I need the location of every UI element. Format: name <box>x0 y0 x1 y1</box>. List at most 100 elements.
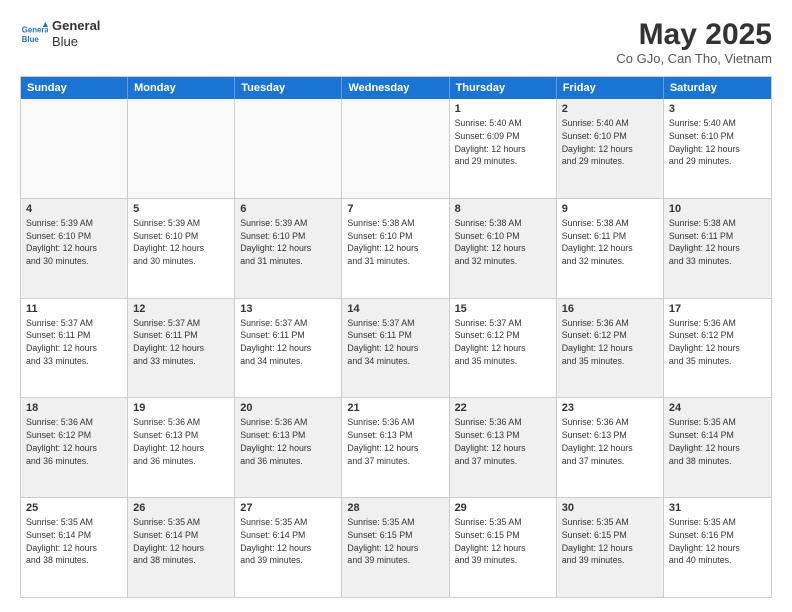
day-number: 3 <box>669 103 766 115</box>
calendar-cell-10: 10 Sunrise: 5:38 AM Sunset: 6:11 PM Dayli… <box>664 199 771 298</box>
day-info: Sunrise: 5:38 AM Sunset: 6:10 PM Dayligh… <box>347 217 443 268</box>
day-info: Sunrise: 5:39 AM Sunset: 6:10 PM Dayligh… <box>240 217 336 268</box>
calendar-cell-13: 13Sunrise: 5:37 AM Sunset: 6:11 PM Dayli… <box>235 299 342 398</box>
day-number: 7 <box>347 203 443 215</box>
header-day-wednesday: Wednesday <box>342 77 449 99</box>
day-info: Sunrise: 5:38 AM Sunset: 6:11 PM Dayligh… <box>669 217 766 268</box>
calendar-body: 1Sunrise: 5:40 AM Sunset: 6:09 PM Daylig… <box>21 99 771 597</box>
day-info: Sunrise: 5:36 AM Sunset: 6:12 PM Dayligh… <box>26 416 122 467</box>
day-number: 23 <box>562 402 658 414</box>
calendar-cell-22: 22Sunrise: 5:36 AM Sunset: 6:13 PM Dayli… <box>450 398 557 497</box>
day-number: 15 <box>455 303 551 315</box>
calendar-cell-8: 8 Sunrise: 5:38 AM Sunset: 6:10 PM Daylig… <box>450 199 557 298</box>
day-number: 21 <box>347 402 443 414</box>
day-number: 11 <box>26 303 122 315</box>
calendar: SundayMondayTuesdayWednesdayThursdayFrid… <box>20 76 772 598</box>
day-info: Sunrise: 5:38 AM Sunset: 6:10 PM Dayligh… <box>455 217 551 268</box>
calendar-row-4: 25 Sunrise: 5:35 AM Sunset: 6:14 PM Dayli… <box>21 498 771 597</box>
day-info: Sunrise: 5:35 AM Sunset: 6:14 PM Dayligh… <box>26 516 122 567</box>
day-info: Sunrise: 5:36 AM Sunset: 6:12 PM Dayligh… <box>562 317 658 368</box>
calendar-cell-empty-01 <box>128 99 235 198</box>
calendar-cell-1: 1Sunrise: 5:40 AM Sunset: 6:09 PM Daylig… <box>450 99 557 198</box>
header-day-thursday: Thursday <box>450 77 557 99</box>
day-number: 2 <box>562 103 658 115</box>
header-day-friday: Friday <box>557 77 664 99</box>
day-info: Sunrise: 5:36 AM Sunset: 6:13 PM Dayligh… <box>562 416 658 467</box>
day-info: Sunrise: 5:35 AM Sunset: 6:15 PM Dayligh… <box>455 516 551 567</box>
calendar-cell-26: 26Sunrise: 5:35 AM Sunset: 6:14 PM Dayli… <box>128 498 235 597</box>
day-info: Sunrise: 5:35 AM Sunset: 6:15 PM Dayligh… <box>347 516 443 567</box>
calendar-cell-12: 12 Sunrise: 5:37 AM Sunset: 6:11 PM Dayli… <box>128 299 235 398</box>
calendar-cell-15: 15 Sunrise: 5:37 AM Sunset: 6:12 PM Dayli… <box>450 299 557 398</box>
calendar-cell-empty-00 <box>21 99 128 198</box>
calendar-cell-16: 16 Sunrise: 5:36 AM Sunset: 6:12 PM Dayli… <box>557 299 664 398</box>
day-number: 5 <box>133 203 229 215</box>
day-number: 27 <box>240 502 336 514</box>
day-number: 9 <box>562 203 658 215</box>
day-number: 24 <box>669 402 766 414</box>
day-number: 20 <box>240 402 336 414</box>
calendar-cell-empty-02 <box>235 99 342 198</box>
calendar-cell-14: 14 Sunrise: 5:37 AM Sunset: 6:11 PM Dayli… <box>342 299 449 398</box>
day-number: 16 <box>562 303 658 315</box>
calendar-cell-27: 27 Sunrise: 5:35 AM Sunset: 6:14 PM Dayli… <box>235 498 342 597</box>
title-area: May 2025 Co GJo, Can Tho, Vietnam <box>616 18 772 66</box>
day-number: 14 <box>347 303 443 315</box>
header-day-monday: Monday <box>128 77 235 99</box>
calendar-cell-20: 20 Sunrise: 5:36 AM Sunset: 6:13 PM Dayli… <box>235 398 342 497</box>
calendar-row-3: 18 Sunrise: 5:36 AM Sunset: 6:12 PM Dayli… <box>21 398 771 498</box>
day-info: Sunrise: 5:40 AM Sunset: 6:10 PM Dayligh… <box>562 117 658 168</box>
day-info: Sunrise: 5:39 AM Sunset: 6:10 PM Dayligh… <box>26 217 122 268</box>
day-number: 12 <box>133 303 229 315</box>
logo-line2: Blue <box>52 34 100 50</box>
day-info: Sunrise: 5:35 AM Sunset: 6:14 PM Dayligh… <box>133 516 229 567</box>
day-number: 4 <box>26 203 122 215</box>
day-info: Sunrise: 5:37 AM Sunset: 6:11 PM Dayligh… <box>133 317 229 368</box>
day-info: Sunrise: 5:37 AM Sunset: 6:12 PM Dayligh… <box>455 317 551 368</box>
calendar-cell-23: 23 Sunrise: 5:36 AM Sunset: 6:13 PM Dayli… <box>557 398 664 497</box>
day-number: 29 <box>455 502 551 514</box>
day-number: 25 <box>26 502 122 514</box>
calendar-cell-2: 2 Sunrise: 5:40 AM Sunset: 6:10 PM Daylig… <box>557 99 664 198</box>
day-info: Sunrise: 5:36 AM Sunset: 6:13 PM Dayligh… <box>240 416 336 467</box>
calendar-cell-7: 7 Sunrise: 5:38 AM Sunset: 6:10 PM Daylig… <box>342 199 449 298</box>
header-day-sunday: Sunday <box>21 77 128 99</box>
day-number: 17 <box>669 303 766 315</box>
month-title: May 2025 <box>616 18 772 51</box>
calendar-cell-24: 24 Sunrise: 5:35 AM Sunset: 6:14 PM Dayli… <box>664 398 771 497</box>
logo-line1: General <box>52 18 100 34</box>
day-info: Sunrise: 5:35 AM Sunset: 6:14 PM Dayligh… <box>669 416 766 467</box>
day-info: Sunrise: 5:37 AM Sunset: 6:11 PM Dayligh… <box>347 317 443 368</box>
day-number: 10 <box>669 203 766 215</box>
day-info: Sunrise: 5:37 AM Sunset: 6:11 PM Dayligh… <box>240 317 336 368</box>
day-info: Sunrise: 5:39 AM Sunset: 6:10 PM Dayligh… <box>133 217 229 268</box>
calendar-row-2: 11 Sunrise: 5:37 AM Sunset: 6:11 PM Dayli… <box>21 299 771 399</box>
calendar-cell-19: 19Sunrise: 5:36 AM Sunset: 6:13 PM Dayli… <box>128 398 235 497</box>
calendar-cell-31: 31 Sunrise: 5:35 AM Sunset: 6:16 PM Dayli… <box>664 498 771 597</box>
calendar-header: SundayMondayTuesdayWednesdayThursdayFrid… <box>21 77 771 99</box>
calendar-cell-empty-03 <box>342 99 449 198</box>
day-info: Sunrise: 5:35 AM Sunset: 6:16 PM Dayligh… <box>669 516 766 567</box>
calendar-cell-5: 5 Sunrise: 5:39 AM Sunset: 6:10 PM Daylig… <box>128 199 235 298</box>
page: General Blue General Blue May 2025 Co GJ… <box>0 0 792 612</box>
logo: General Blue General Blue <box>20 18 100 49</box>
calendar-cell-25: 25 Sunrise: 5:35 AM Sunset: 6:14 PM Dayli… <box>21 498 128 597</box>
header: General Blue General Blue May 2025 Co GJ… <box>20 18 772 66</box>
day-number: 28 <box>347 502 443 514</box>
day-info: Sunrise: 5:38 AM Sunset: 6:11 PM Dayligh… <box>562 217 658 268</box>
day-info: Sunrise: 5:36 AM Sunset: 6:12 PM Dayligh… <box>669 317 766 368</box>
day-number: 22 <box>455 402 551 414</box>
location-subtitle: Co GJo, Can Tho, Vietnam <box>616 51 772 66</box>
header-day-saturday: Saturday <box>664 77 771 99</box>
day-info: Sunrise: 5:35 AM Sunset: 6:14 PM Dayligh… <box>240 516 336 567</box>
calendar-cell-11: 11Sunrise: 5:37 AM Sunset: 6:11 PM Dayli… <box>21 299 128 398</box>
day-number: 6 <box>240 203 336 215</box>
day-number: 18 <box>26 402 122 414</box>
calendar-cell-29: 29 Sunrise: 5:35 AM Sunset: 6:15 PM Dayli… <box>450 498 557 597</box>
day-number: 31 <box>669 502 766 514</box>
day-number: 19 <box>133 402 229 414</box>
day-number: 8 <box>455 203 551 215</box>
day-info: Sunrise: 5:40 AM Sunset: 6:10 PM Dayligh… <box>669 117 766 168</box>
calendar-cell-4: 4 Sunrise: 5:39 AM Sunset: 6:10 PM Daylig… <box>21 199 128 298</box>
calendar-cell-28: 28 Sunrise: 5:35 AM Sunset: 6:15 PM Dayli… <box>342 498 449 597</box>
